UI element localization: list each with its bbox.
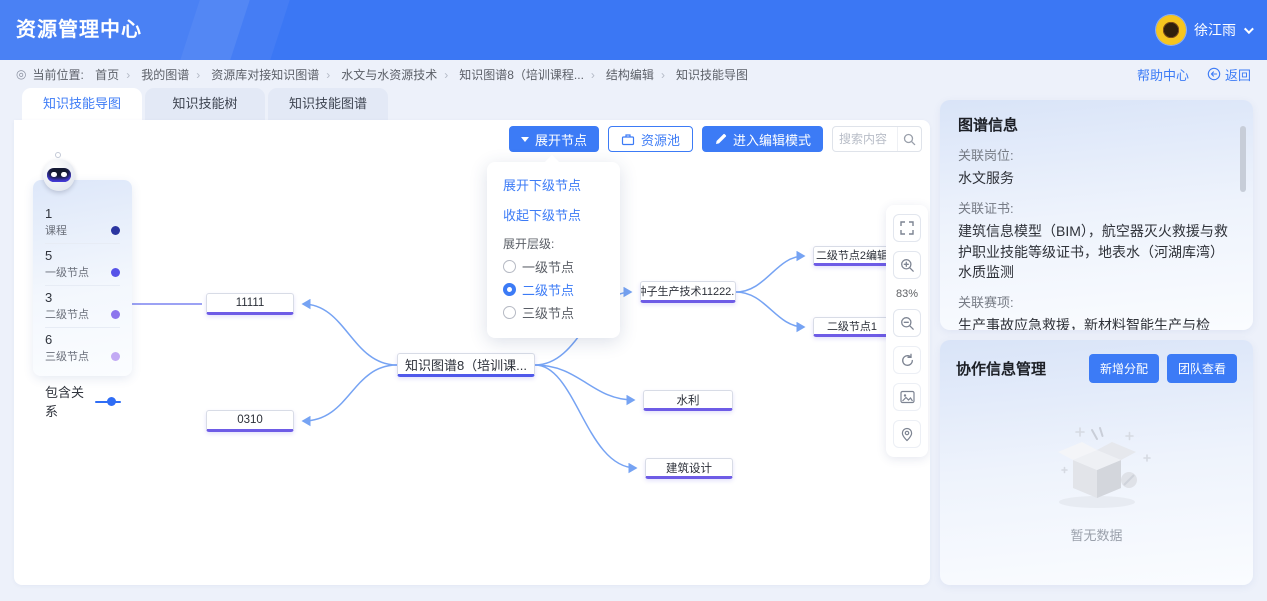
location-icon: ◎ bbox=[16, 67, 26, 81]
graph-info-card: 图谱信息 关联岗位: 水文服务 关联证书: 建筑信息模型（BIM），航空器灭火救… bbox=[940, 100, 1253, 330]
team-view-button[interactable]: 团队查看 bbox=[1167, 354, 1237, 383]
scrollbar[interactable] bbox=[1240, 126, 1246, 192]
mindmap-canvas[interactable]: 展开节点 资源池 进入编辑模式 展开下 bbox=[14, 120, 930, 585]
help-center-link[interactable]: 帮助中心 bbox=[1137, 65, 1189, 84]
fullscreen-button[interactable] bbox=[893, 214, 921, 242]
zoom-in-icon bbox=[900, 258, 915, 273]
collaboration-card: 协作信息管理 新增分配 团队查看 bbox=[940, 340, 1253, 585]
locate-icon bbox=[900, 427, 914, 442]
empty-state: 暂无数据 bbox=[940, 418, 1253, 544]
robot-icon[interactable] bbox=[43, 159, 75, 191]
pencil-icon bbox=[714, 133, 727, 146]
user-avatar bbox=[1156, 15, 1186, 45]
refresh-icon bbox=[900, 353, 915, 368]
collaboration-title: 协作信息管理 bbox=[956, 358, 1046, 379]
related-competitions-label: 关联赛项: bbox=[958, 292, 1235, 311]
resource-pool-button[interactable]: 资源池 bbox=[608, 126, 693, 152]
related-posts-label: 关联岗位: bbox=[958, 145, 1235, 164]
breadcrumb-item[interactable]: 水文与水资源技术 bbox=[341, 66, 455, 83]
mindmap-node[interactable]: 种子生产技术11222... bbox=[640, 281, 736, 303]
zoom-out-button[interactable] bbox=[893, 309, 921, 337]
search-box bbox=[832, 126, 922, 152]
map-toolbar: 展开节点 资源池 进入编辑模式 bbox=[509, 126, 922, 152]
tab-knowledge-skill-graph[interactable]: 知识技能图谱 bbox=[268, 88, 388, 120]
search-input[interactable] bbox=[833, 132, 897, 146]
mindmap-node[interactable]: 建筑设计 bbox=[645, 458, 733, 479]
back-icon bbox=[1207, 67, 1221, 81]
related-posts-value: 水文服务 bbox=[958, 168, 1235, 188]
empty-text: 暂无数据 bbox=[940, 525, 1253, 544]
expand-node-button[interactable]: 展开节点 bbox=[509, 126, 599, 152]
enter-edit-mode-button[interactable]: 进入编辑模式 bbox=[702, 126, 823, 152]
search-button[interactable] bbox=[897, 127, 921, 151]
legend-row-level3: 6 三级节点 bbox=[45, 328, 120, 369]
radio-icon bbox=[503, 283, 516, 296]
view-tabs: 知识技能导图 知识技能树 知识技能图谱 bbox=[22, 88, 930, 120]
legend-panel: 1 课程 5 一级节点 3 二级节点 6 三级节点 包含关系 bbox=[33, 180, 132, 376]
related-certs-value: 建筑信息模型（BIM），航空器灭火救援与救护职业技能等级证书，地表水（河湖库湾）… bbox=[958, 221, 1235, 282]
mindmap-node[interactable]: 11111 bbox=[206, 293, 294, 315]
search-icon bbox=[903, 133, 916, 146]
expand-node-dropdown: 展开下级节点 收起下级节点 展开层级: 一级节点 二级节点 三级节点 bbox=[487, 162, 620, 338]
expand-level-label: 展开层级: bbox=[503, 235, 604, 252]
related-competitions-value: 生产事故应急救援，新材料智能生产与检测，新型电力系统技术与应用，地理空间信息采集… bbox=[958, 315, 1235, 330]
breadcrumb-item-current: 知识技能导图 bbox=[676, 66, 748, 83]
radio-level-2[interactable]: 二级节点 bbox=[503, 280, 604, 299]
add-assignment-button[interactable]: 新增分配 bbox=[1089, 354, 1159, 383]
image-icon bbox=[900, 390, 915, 404]
legend-row-level2: 3 二级节点 bbox=[45, 286, 120, 328]
breadcrumb-item[interactable]: 首页 bbox=[95, 66, 137, 83]
radio-level-3[interactable]: 三级节点 bbox=[503, 303, 604, 322]
back-link[interactable]: 返回 bbox=[1207, 65, 1251, 84]
breadcrumb: ◎ 当前位置: 首页 我的图谱 资源库对接知识图谱 水文与水资源技术 知识图谱8… bbox=[16, 66, 748, 83]
tab-knowledge-skill-tree[interactable]: 知识技能树 bbox=[145, 88, 265, 120]
breadcrumb-prefix: 当前位置: bbox=[32, 66, 83, 83]
refresh-button[interactable] bbox=[893, 346, 921, 374]
fullscreen-icon bbox=[900, 221, 914, 235]
radio-icon bbox=[503, 306, 516, 319]
caret-down-icon bbox=[521, 137, 529, 142]
legend-dot bbox=[111, 352, 120, 361]
breadcrumb-bar: ◎ 当前位置: 首页 我的图谱 资源库对接知识图谱 水文与水资源技术 知识图谱8… bbox=[0, 60, 1267, 88]
mindmap-node[interactable]: 0310 bbox=[206, 410, 294, 432]
mindmap-node-root[interactable]: 知识图谱8（培训课... bbox=[397, 353, 535, 377]
empty-box-icon bbox=[1032, 418, 1162, 514]
expand-children-link[interactable]: 展开下级节点 bbox=[503, 175, 604, 194]
chevron-down-icon bbox=[1244, 24, 1254, 34]
breadcrumb-item[interactable]: 结构编辑 bbox=[606, 66, 672, 83]
related-certs-label: 关联证书: bbox=[958, 198, 1235, 217]
username: 徐江雨 bbox=[1194, 20, 1236, 40]
legend-row-level1: 5 一级节点 bbox=[45, 244, 120, 286]
mindmap-node[interactable]: 二级节点1 bbox=[813, 317, 891, 337]
canvas-tools: 83% bbox=[886, 205, 928, 457]
page: 资源管理中心 徐江雨 ◎ 当前位置: 首页 我的图谱 资源库对接知识图谱 水文与… bbox=[0, 0, 1267, 601]
app-title: 资源管理中心 bbox=[16, 0, 142, 60]
legend-dot bbox=[111, 268, 120, 277]
zoom-level: 83% bbox=[896, 288, 918, 300]
header-decor bbox=[179, 0, 292, 60]
zoom-out-icon bbox=[900, 316, 915, 331]
mindmap-node[interactable]: 二级节点2编辑 bbox=[813, 246, 891, 266]
breadcrumb-item[interactable]: 我的图谱 bbox=[141, 66, 207, 83]
legend-dot bbox=[111, 310, 120, 319]
tab-knowledge-skill-mindmap[interactable]: 知识技能导图 bbox=[22, 88, 142, 120]
breadcrumb-item[interactable]: 知识图谱8（培训课程... bbox=[459, 66, 602, 83]
graph-info-title: 图谱信息 bbox=[958, 114, 1235, 135]
mindmap-node[interactable]: 水利 bbox=[643, 390, 733, 411]
app-header: 资源管理中心 徐江雨 bbox=[0, 0, 1267, 60]
zoom-in-button[interactable] bbox=[893, 251, 921, 279]
locate-button[interactable] bbox=[893, 420, 921, 448]
legend-relation: 包含关系 bbox=[45, 382, 120, 420]
legend-row-course: 1 课程 bbox=[45, 202, 120, 244]
mindmap-panel: 知识技能导图 知识技能树 知识技能图谱 展开节点 资源池 进入编辑模式 bbox=[14, 88, 930, 585]
relation-arrow-icon bbox=[95, 397, 120, 406]
collapse-children-link[interactable]: 收起下级节点 bbox=[503, 205, 604, 224]
export-image-button[interactable] bbox=[893, 383, 921, 411]
user-menu[interactable]: 徐江雨 bbox=[1156, 0, 1251, 60]
briefcase-icon bbox=[621, 133, 635, 146]
radio-level-1[interactable]: 一级节点 bbox=[503, 257, 604, 276]
legend-dot bbox=[111, 226, 120, 235]
radio-icon bbox=[503, 260, 516, 273]
breadcrumb-item[interactable]: 资源库对接知识图谱 bbox=[211, 66, 337, 83]
